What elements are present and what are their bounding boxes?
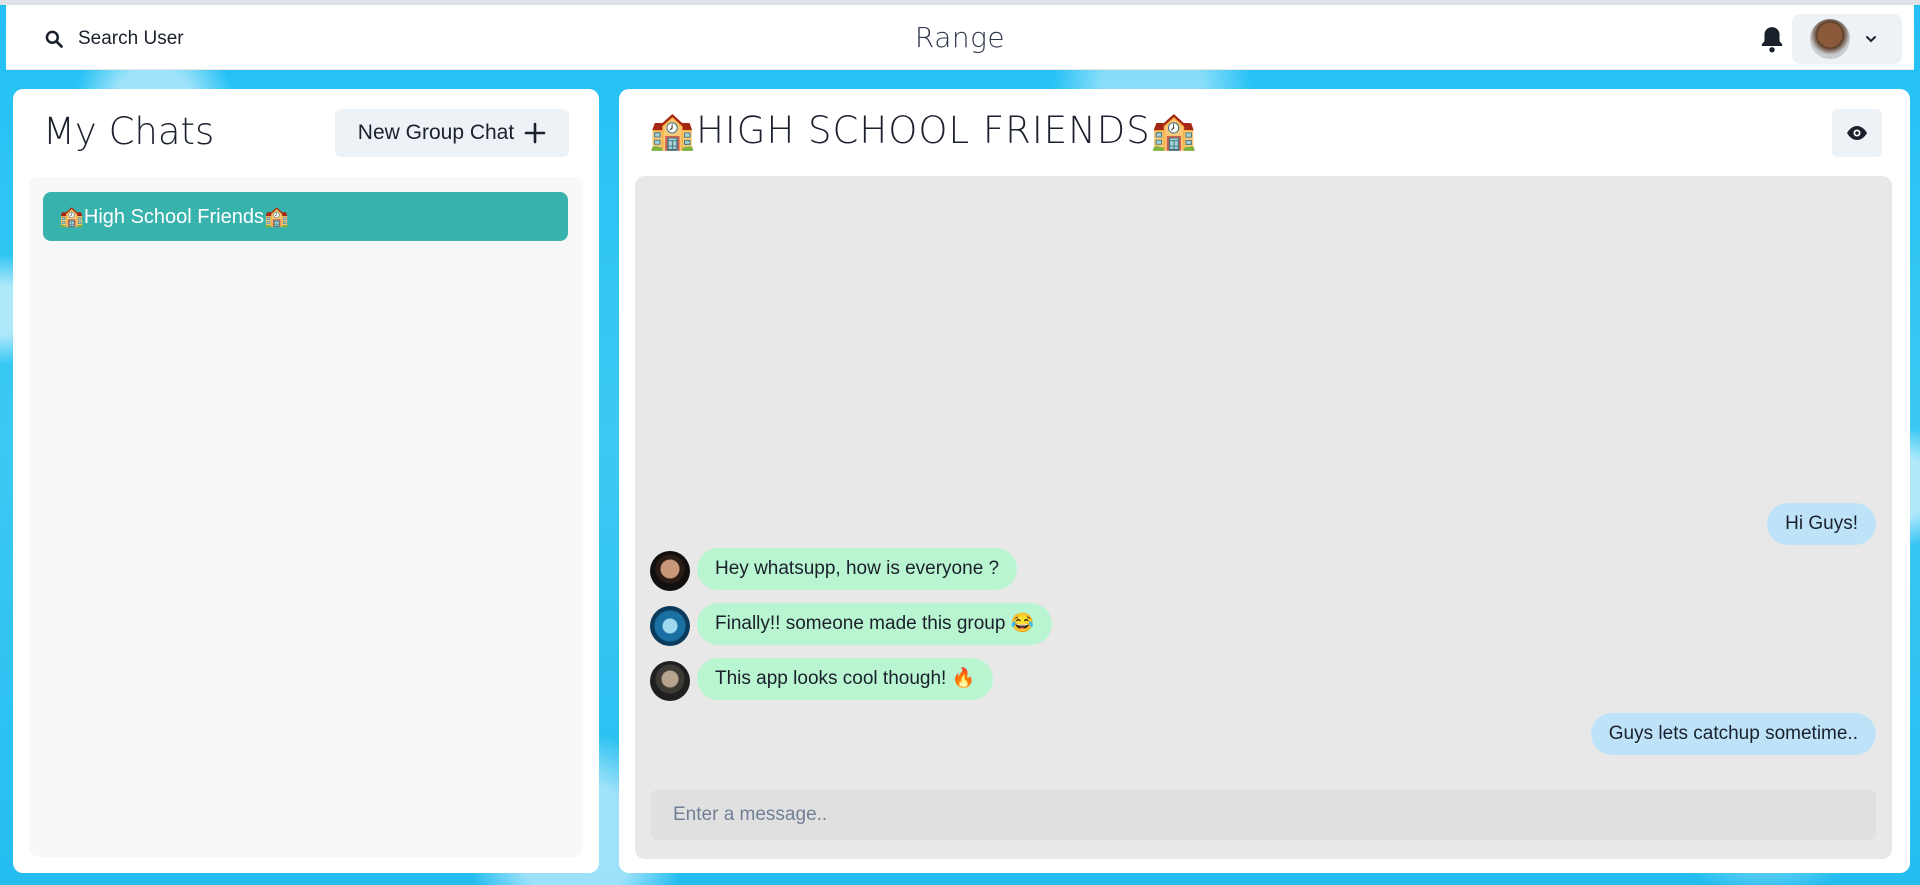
message-input[interactable] [651,790,1876,840]
message-area[interactable]: Hi Guys! Hey whatsupp, how is everyone ?… [635,176,1892,859]
my-chats-title: My Chats [43,110,215,153]
sender-avatar[interactable] [650,606,690,646]
message-bubble: Hi Guys! [1767,503,1876,545]
top-bar: Search User Range [6,5,1914,70]
chat-panel: 🏫HIGH SCHOOL FRIENDS🏫 Hi Guys! Hey whats… [619,89,1910,873]
chat-list-item[interactable]: 🏫High School Friends🏫 [43,192,568,241]
eye-icon [1847,126,1867,140]
new-group-chat-button[interactable]: New Group Chat [335,109,569,157]
search-icon [45,30,63,48]
new-group-chat-label: New Group Chat [357,121,515,144]
chat-list: 🏫High School Friends🏫 [29,177,583,857]
message-bubble: Finally!! someone made this group 😂 [697,603,1053,645]
search-user-button[interactable]: Search User [28,19,200,59]
profile-menu-button[interactable] [1792,14,1902,64]
message-bubble: Guys lets catchup sometime.. [1590,713,1876,755]
message-bubble: This app looks cool though! 🔥 [697,658,994,700]
app-title: Range [914,21,1006,54]
message-bubble: Hey whatsupp, how is everyone ? [697,548,1018,590]
plus-icon [524,122,546,144]
sender-avatar[interactable] [650,661,690,701]
chat-title: 🏫HIGH SCHOOL FRIENDS🏫 [649,109,1198,152]
view-details-button[interactable] [1832,109,1882,157]
chevron-down-icon [1866,36,1876,43]
search-user-label: Search User [78,28,184,49]
sender-avatar[interactable] [650,551,690,591]
avatar [1810,19,1850,59]
bell-icon[interactable] [1759,25,1785,53]
my-chats-panel: My Chats New Group Chat 🏫High School Fri… [13,89,599,873]
